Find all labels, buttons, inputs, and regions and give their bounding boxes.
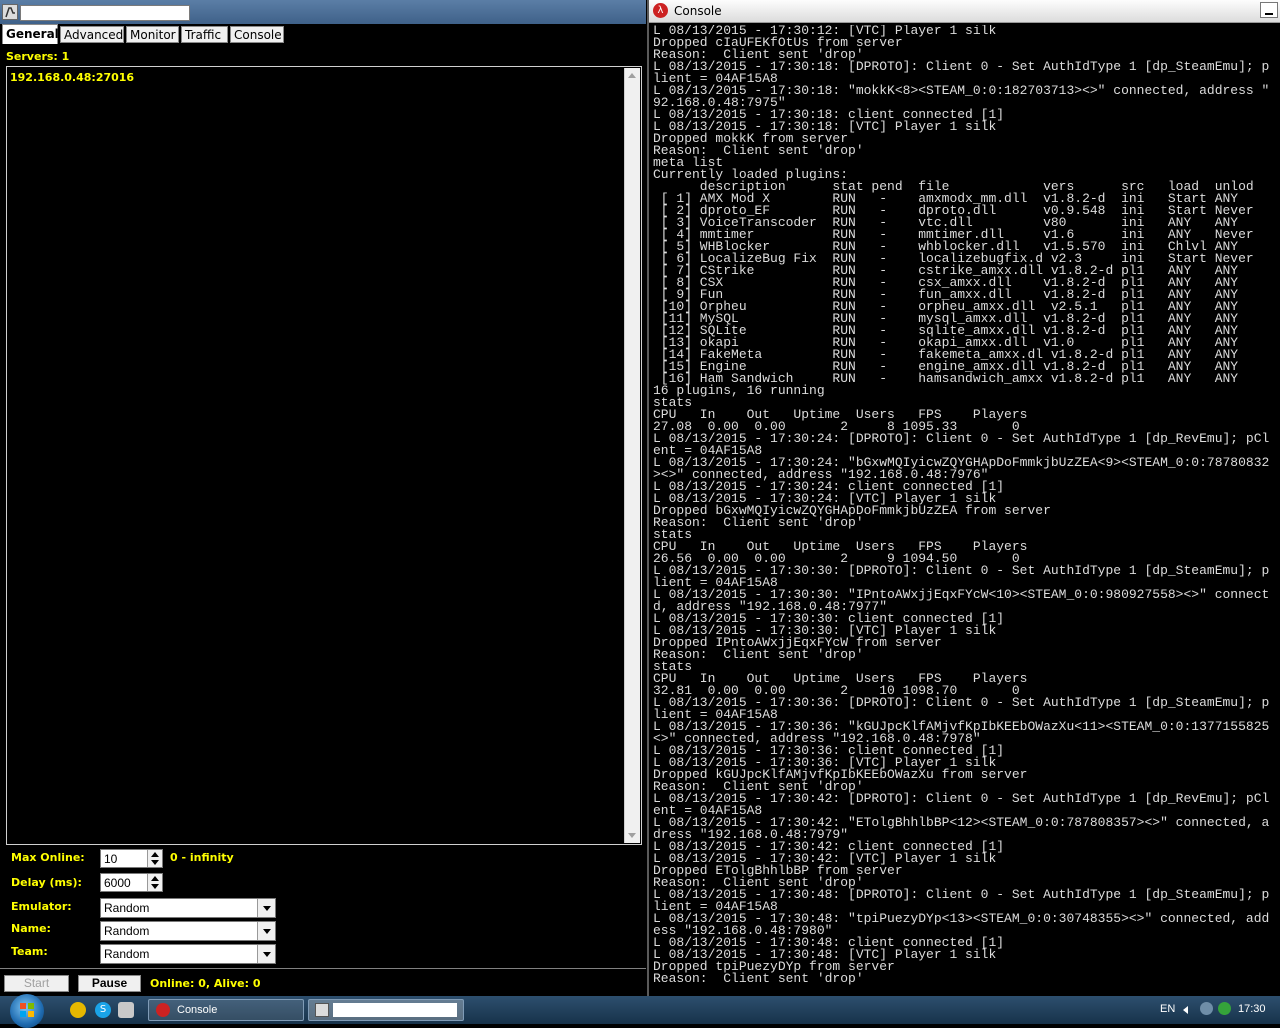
halflife-icon: λ bbox=[653, 3, 668, 18]
scroll-up-arrow-icon[interactable] bbox=[628, 73, 636, 78]
chrome-icon[interactable] bbox=[70, 1002, 86, 1018]
stepper-up-icon[interactable] bbox=[151, 876, 159, 881]
window-title-field bbox=[20, 5, 190, 21]
network-icon[interactable] bbox=[1200, 1002, 1213, 1015]
name-select[interactable]: Random bbox=[100, 921, 276, 941]
tab-bar: General Advanced Monitor Traffic Console bbox=[0, 24, 646, 44]
dropdown-button[interactable] bbox=[257, 899, 275, 917]
language-indicator[interactable]: EN bbox=[1160, 1003, 1175, 1015]
app-icon bbox=[2, 4, 18, 20]
start-menu-button[interactable] bbox=[10, 994, 44, 1028]
console-output[interactable]: L 08/13/2015 - 17:30:12: [VTC] Player 1 … bbox=[653, 25, 1278, 991]
halflife-icon bbox=[156, 1003, 170, 1017]
chevron-down-icon bbox=[263, 906, 271, 911]
tab-console[interactable]: Console bbox=[230, 26, 284, 43]
team-select[interactable]: Random bbox=[100, 944, 276, 964]
emulator-label: Emulator: bbox=[11, 900, 72, 913]
stepper-buttons[interactable] bbox=[147, 874, 162, 891]
bot-tool-window: General Advanced Monitor Traffic Console… bbox=[0, 0, 646, 997]
tab-traffic[interactable]: Traffic bbox=[181, 26, 228, 43]
console-title: Console bbox=[674, 4, 722, 18]
delay-stepper[interactable]: 6000 bbox=[100, 873, 163, 892]
delay-value: 6000 bbox=[104, 876, 131, 890]
taskbar: S Console EN 17:30 bbox=[0, 994, 1280, 1028]
taskbar-item-bot-tool[interactable] bbox=[308, 999, 464, 1021]
servers-count-label: Servers: 1 bbox=[6, 50, 70, 63]
skype-icon[interactable]: S bbox=[95, 1002, 111, 1018]
console-window: λ Console L 08/13/2015 - 17:30:12: [VTC]… bbox=[647, 0, 1280, 996]
control-strip: Start Pause Online: 0, Alive: 0 bbox=[0, 968, 646, 997]
name-value: Random bbox=[104, 924, 150, 938]
stepper-up-icon[interactable] bbox=[151, 852, 159, 857]
tab-advanced[interactable]: Advanced bbox=[60, 26, 124, 43]
chevron-down-icon bbox=[263, 952, 271, 957]
console-titlebar[interactable]: λ Console bbox=[649, 0, 1280, 23]
max-online-value: 10 bbox=[104, 852, 118, 866]
emulator-select[interactable]: Random bbox=[100, 898, 276, 918]
pause-button[interactable]: Pause bbox=[78, 975, 141, 992]
taskbar-item-console[interactable]: Console bbox=[148, 999, 304, 1021]
name-label: Name: bbox=[11, 922, 51, 935]
team-value: Random bbox=[104, 947, 150, 961]
clock[interactable]: 17:30 bbox=[1238, 1003, 1266, 1015]
max-online-stepper[interactable]: 10 bbox=[100, 849, 163, 868]
stepper-down-icon[interactable] bbox=[151, 884, 159, 889]
scroll-down-arrow-icon[interactable] bbox=[628, 833, 636, 838]
server-list[interactable]: 192.168.0.48:27016 bbox=[6, 66, 642, 845]
minimize-button[interactable] bbox=[1260, 2, 1278, 18]
app-icon bbox=[315, 1003, 329, 1017]
chevron-down-icon bbox=[263, 929, 271, 934]
tab-general[interactable]: General bbox=[2, 24, 59, 44]
max-online-hint: 0 - infinity bbox=[170, 851, 234, 864]
windows-logo-icon bbox=[20, 1003, 34, 1017]
delay-label: Delay (ms): bbox=[11, 876, 82, 889]
status-text: Online: 0, Alive: 0 bbox=[150, 977, 261, 990]
max-online-label: Max Online: bbox=[11, 851, 85, 864]
left-titlebar[interactable] bbox=[0, 0, 646, 24]
server-list-scrollbar[interactable] bbox=[624, 68, 640, 843]
taskbar-item-title-field bbox=[333, 1003, 457, 1017]
emulator-value: Random bbox=[104, 901, 150, 915]
dropdown-button[interactable] bbox=[257, 945, 275, 963]
tab-monitor[interactable]: Monitor bbox=[126, 26, 179, 43]
tray-expand-icon[interactable] bbox=[1183, 1006, 1188, 1014]
stepper-buttons[interactable] bbox=[147, 850, 162, 867]
stepper-down-icon[interactable] bbox=[151, 860, 159, 865]
taskbar-item-label: Console bbox=[177, 1004, 218, 1016]
tray-app-icon[interactable] bbox=[1218, 1002, 1231, 1015]
start-button[interactable]: Start bbox=[4, 975, 69, 992]
folder-icon[interactable] bbox=[118, 1002, 134, 1018]
dropdown-button[interactable] bbox=[257, 922, 275, 940]
team-label: Team: bbox=[11, 945, 48, 958]
server-list-item[interactable]: 192.168.0.48:27016 bbox=[10, 71, 134, 84]
